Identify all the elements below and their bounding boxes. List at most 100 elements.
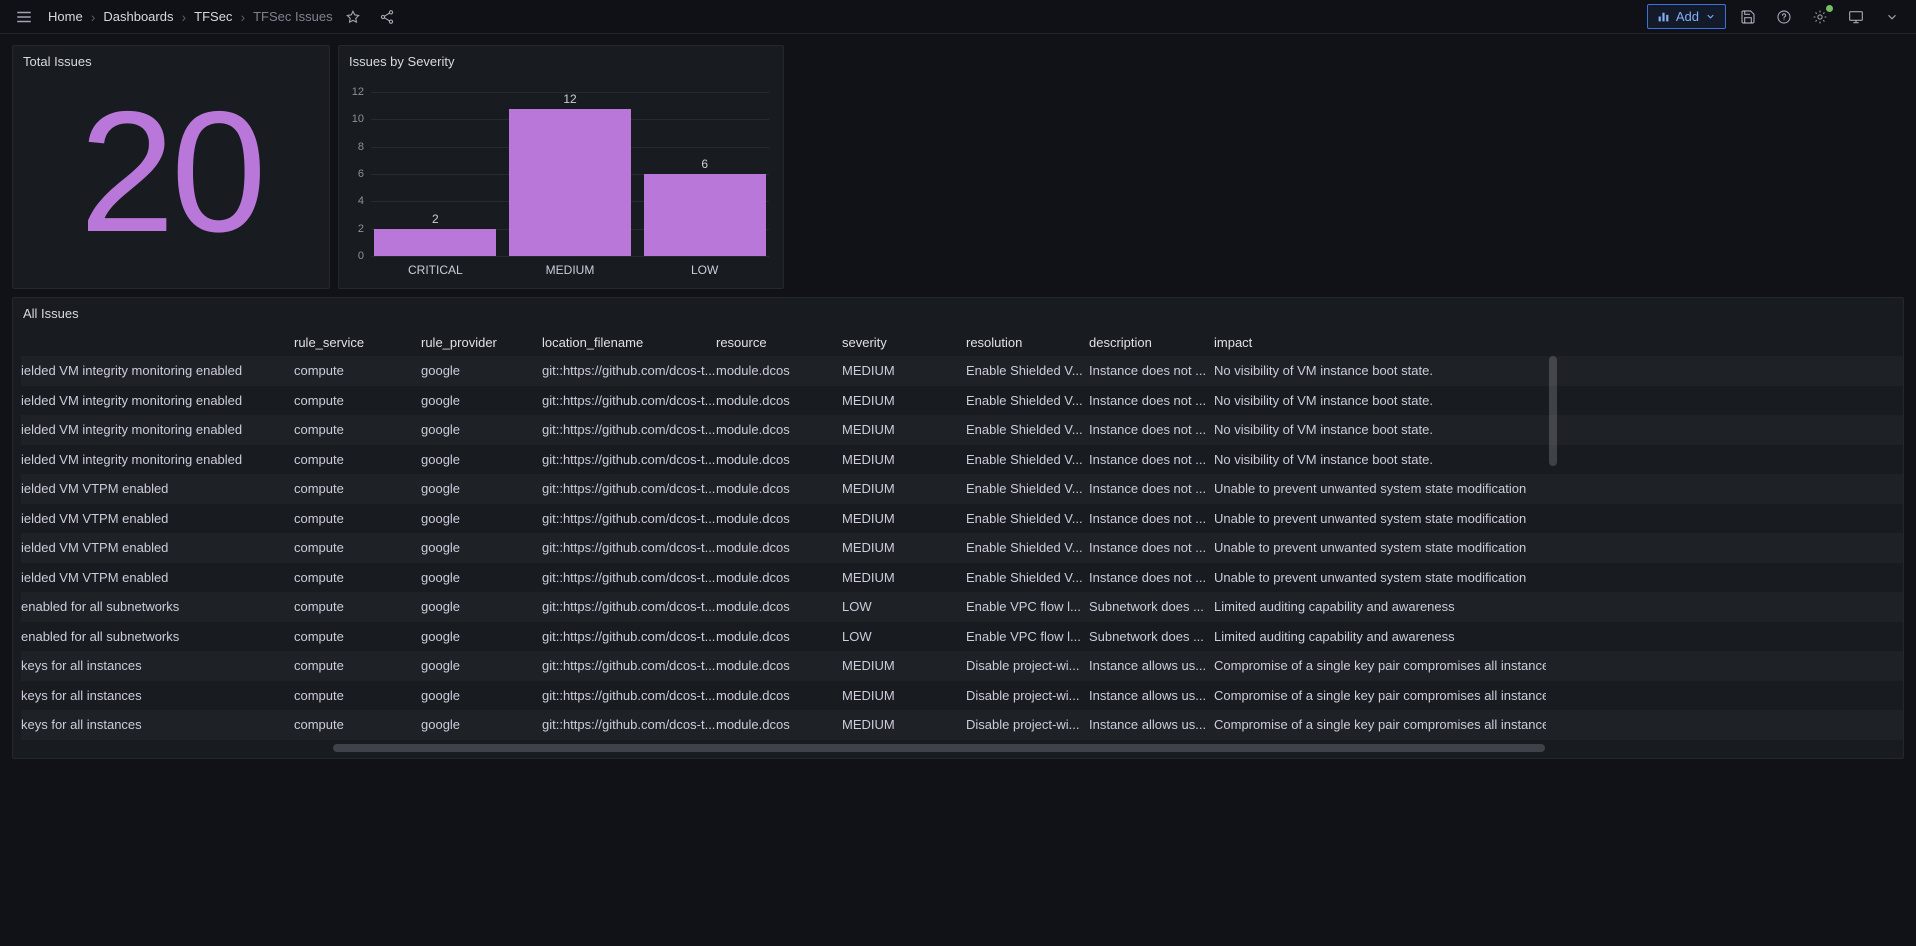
table-cell: compute: [294, 540, 421, 555]
table-cell: keys for all instances: [21, 658, 294, 673]
table-cell: compute: [294, 717, 421, 732]
table-cell: compute: [294, 599, 421, 614]
table-cell: compute: [294, 422, 421, 437]
table-cell: Enable Shielded V...: [966, 422, 1089, 437]
bar-value-label: 6: [701, 157, 708, 171]
table-cell: keys for all instances: [21, 688, 294, 703]
table-row[interactable]: ielded VM VTPM enabledcomputegooglegit::…: [21, 504, 1903, 534]
column-header-description[interactable]: description: [1089, 335, 1214, 350]
table-cell: Compromise of a single key pair compromi…: [1214, 658, 1546, 673]
column-header-rule_service[interactable]: rule_service: [294, 335, 421, 350]
add-button[interactable]: Add: [1647, 4, 1726, 29]
table-cell: Instance does not ...: [1089, 422, 1214, 437]
table-cell: module.dcos: [716, 393, 842, 408]
breadcrumb-item-home[interactable]: Home: [48, 9, 83, 24]
save-icon: [1740, 9, 1756, 25]
breadcrumb: Home›Dashboards›TFSec›TFSec Issues: [48, 9, 333, 24]
x-tick-label: CRITICAL: [371, 263, 500, 280]
table-cell: Unable to prevent unwanted system state …: [1214, 570, 1546, 585]
table-cell: git::https://github.com/dcos-t...: [542, 452, 716, 467]
star-icon: [345, 9, 361, 25]
table-cell: MEDIUM: [842, 688, 966, 703]
kiosk-mode-button[interactable]: [1842, 3, 1870, 31]
table-row[interactable]: keys for all instancescomputegooglegit::…: [21, 651, 1903, 681]
add-button-label: Add: [1676, 9, 1699, 24]
panel-title[interactable]: Issues by Severity: [339, 46, 783, 76]
settings-button[interactable]: [1806, 3, 1834, 31]
table-vertical-scrollbar[interactable]: [1549, 356, 1557, 466]
table-cell: ielded VM VTPM enabled: [21, 481, 294, 496]
save-dashboard-button[interactable]: [1734, 3, 1762, 31]
breadcrumb-separator-icon: ›: [181, 10, 186, 24]
column-header-severity[interactable]: severity: [842, 335, 966, 350]
table-cell: compute: [294, 481, 421, 496]
gridline: [371, 256, 769, 257]
table-row[interactable]: ielded VM integrity monitoring enabledco…: [21, 445, 1903, 475]
table-cell: git::https://github.com/dcos-t...: [542, 540, 716, 555]
breadcrumb-item-dashboards[interactable]: Dashboards: [103, 9, 173, 24]
table-cell: enabled for all subnetworks: [21, 629, 294, 644]
table-row[interactable]: enabled for all subnetworkscomputegoogle…: [21, 592, 1903, 622]
panel-title[interactable]: Total Issues: [13, 46, 329, 76]
table-row[interactable]: ielded VM VTPM enabledcomputegooglegit::…: [21, 533, 1903, 563]
top-navbar: Home›Dashboards›TFSec›TFSec Issues Add: [0, 0, 1916, 34]
table-cell: Instance does not ...: [1089, 363, 1214, 378]
panel-title[interactable]: All Issues: [13, 298, 1903, 328]
table-cell: module.dcos: [716, 658, 842, 673]
column-header-impact[interactable]: impact: [1214, 335, 1546, 350]
table-row[interactable]: enabled for all subnetworkscomputegoogle…: [21, 622, 1903, 652]
y-tick-label: 8: [358, 141, 364, 153]
table-row[interactable]: ielded VM integrity monitoring enabledco…: [21, 415, 1903, 445]
table-cell: Instance does not ...: [1089, 481, 1214, 496]
table-cell: Enable Shielded V...: [966, 363, 1089, 378]
table-cell: compute: [294, 363, 421, 378]
table-row[interactable]: keys for all instancescomputegooglegit::…: [21, 710, 1903, 740]
menu-icon: [15, 8, 33, 26]
share-button[interactable]: [373, 3, 401, 31]
share-icon: [379, 9, 395, 25]
bar-value-label: 12: [563, 92, 576, 106]
breadcrumb-separator-icon: ›: [240, 10, 245, 24]
table-cell: Disable project-wi...: [966, 658, 1089, 673]
table-row[interactable]: ielded VM VTPM enabledcomputegooglegit::…: [21, 474, 1903, 504]
notification-dot: [1826, 5, 1833, 12]
bar-low[interactable]: [644, 174, 766, 256]
table-row[interactable]: keys for all instancescomputegooglegit::…: [21, 681, 1903, 711]
table-cell: Enable Shielded V...: [966, 570, 1089, 585]
add-panel-icon: [1657, 10, 1670, 23]
table-cell: git::https://github.com/dcos-t...: [542, 688, 716, 703]
table-cell: MEDIUM: [842, 422, 966, 437]
y-tick-label: 6: [358, 168, 364, 180]
table-cell: ielded VM integrity monitoring enabled: [21, 363, 294, 378]
breadcrumb-item-tfsec-issues[interactable]: TFSec Issues: [253, 9, 332, 24]
table-cell: Enable Shielded V...: [966, 393, 1089, 408]
table-cell: git::https://github.com/dcos-t...: [542, 422, 716, 437]
column-header-location_filename[interactable]: location_filename: [542, 335, 716, 350]
table-cell: google: [421, 540, 542, 555]
menu-button[interactable]: [10, 3, 38, 31]
table-row[interactable]: ielded VM integrity monitoring enabledco…: [21, 356, 1903, 386]
help-button[interactable]: [1770, 3, 1798, 31]
table-row[interactable]: ielded VM VTPM enabledcomputegooglegit::…: [21, 563, 1903, 593]
favorite-star-button[interactable]: [339, 3, 367, 31]
table-cell: google: [421, 570, 542, 585]
bar-critical[interactable]: [374, 229, 496, 256]
breadcrumb-item-tfsec[interactable]: TFSec: [194, 9, 232, 24]
table-cell: enabled for all subnetworks: [21, 599, 294, 614]
table-cell: Subnetwork does ...: [1089, 599, 1214, 614]
bar-medium[interactable]: [509, 109, 631, 256]
table-cell: Enable Shielded V...: [966, 481, 1089, 496]
table-cell: Disable project-wi...: [966, 717, 1089, 732]
table-cell: module.dcos: [716, 481, 842, 496]
table-cell: module.dcos: [716, 688, 842, 703]
table-row[interactable]: ielded VM integrity monitoring enabledco…: [21, 386, 1903, 416]
table-cell: Unable to prevent unwanted system state …: [1214, 481, 1546, 496]
column-header-rule_provider[interactable]: rule_provider: [421, 335, 542, 350]
table-cell: git::https://github.com/dcos-t...: [542, 717, 716, 732]
collapse-navbar-button[interactable]: [1878, 3, 1906, 31]
table-horizontal-scrollbar[interactable]: [333, 744, 1545, 752]
table-cell: Instance does not ...: [1089, 570, 1214, 585]
column-header-resource[interactable]: resource: [716, 335, 842, 350]
column-header-resolution[interactable]: resolution: [966, 335, 1089, 350]
table-cell: No visibility of VM instance boot state.: [1214, 422, 1546, 437]
